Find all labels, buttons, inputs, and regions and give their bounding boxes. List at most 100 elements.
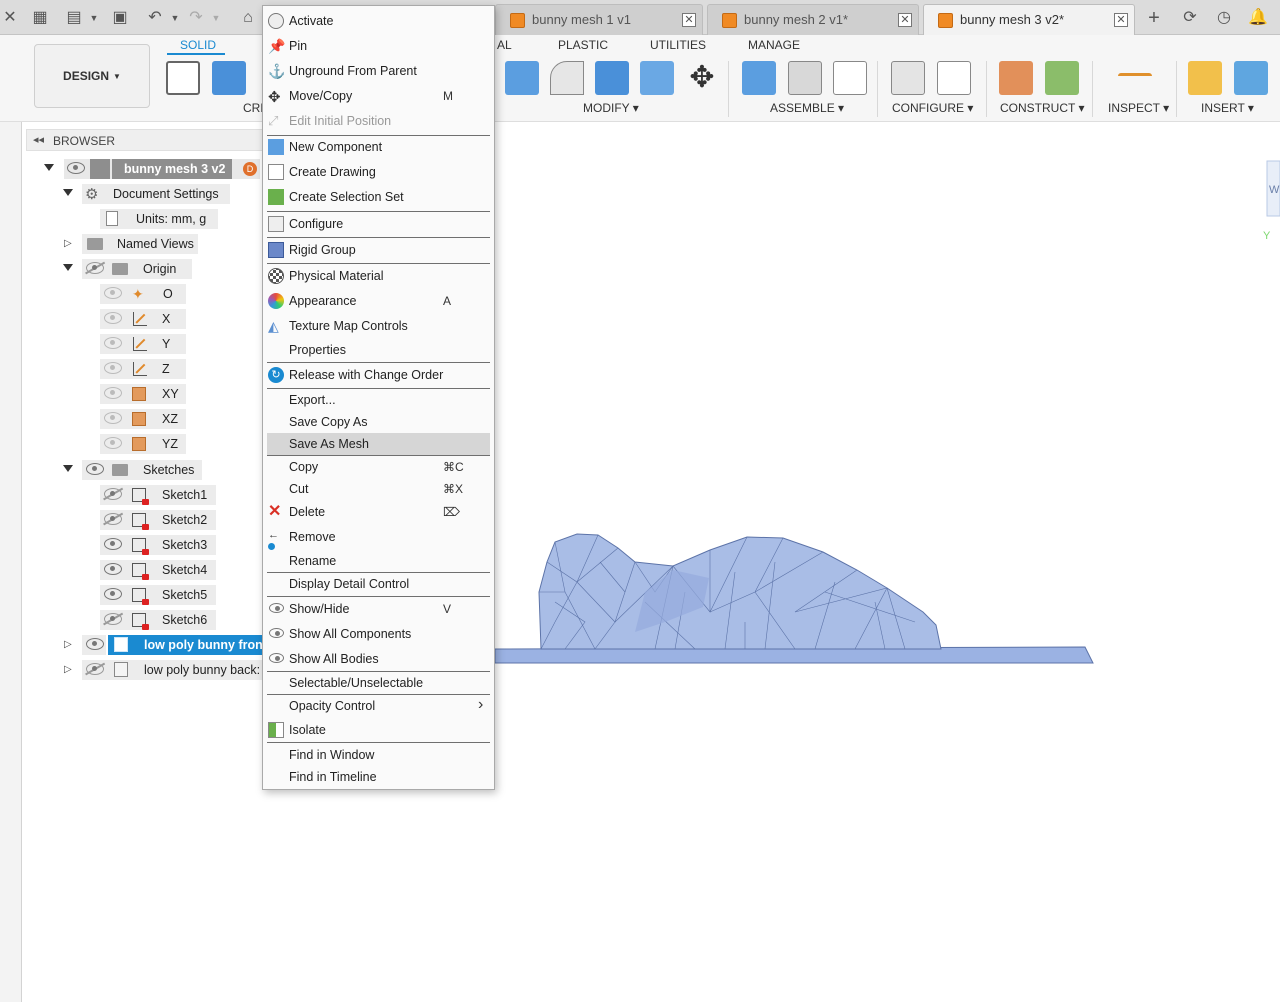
chevron-down-icon[interactable]: ▼ (206, 8, 226, 28)
eye-icon[interactable] (104, 588, 122, 600)
menu-item-properties[interactable]: Properties (263, 339, 494, 361)
menu-item-show-hide[interactable]: Show/Hide V (263, 598, 494, 620)
menu-item-display-detail-control[interactable]: Display Detail Control (263, 573, 494, 595)
insert-svg-tool[interactable] (1188, 61, 1222, 95)
collapse-icon[interactable] (63, 189, 73, 196)
browser-item-sketch3[interactable]: Sketch3 (100, 535, 220, 555)
clock-icon[interactable]: ◷ (1214, 8, 1234, 28)
chevron-down-icon[interactable]: ▼ (165, 8, 185, 28)
measure-tool[interactable] (1118, 73, 1152, 83)
browser-item-plane-xz[interactable]: XZ (100, 409, 200, 429)
group-assemble-label[interactable]: ASSEMBLE ▾ (770, 101, 844, 115)
joint-tool[interactable] (788, 61, 822, 95)
eye-icon[interactable] (104, 337, 122, 349)
grid-icon[interactable]: ▦ (30, 8, 50, 28)
redo-icon[interactable]: ↷ (186, 8, 206, 28)
menu-item-save-as-mesh[interactable]: Save As Mesh (267, 433, 490, 455)
fillet-tool[interactable] (550, 61, 584, 95)
menu-item-export[interactable]: Export... (263, 389, 494, 411)
press-pull-tool[interactable] (505, 61, 539, 95)
eye-icon[interactable] (86, 463, 104, 475)
menu-item-new-component[interactable]: New Component (263, 136, 494, 158)
bom-tool[interactable] (833, 61, 867, 95)
collapse-icon[interactable] (63, 465, 73, 472)
menu-item-save-copy-as[interactable]: Save Copy As (263, 411, 494, 433)
browser-item-units[interactable]: Units: mm, g (100, 209, 260, 229)
chevron-down-icon[interactable]: ▼ (84, 8, 104, 28)
group-insert-label[interactable]: INSERT ▾ (1201, 101, 1254, 115)
browser-item-plane-xy[interactable]: XY (100, 384, 200, 404)
home-icon[interactable]: ⌂ (238, 8, 258, 28)
configure-table-tool[interactable] (937, 61, 971, 95)
browser-item-axis-x[interactable]: X (100, 309, 200, 329)
menu-item-release-change-order[interactable]: ↻ Release with Change Order (263, 364, 494, 386)
configure-tool[interactable] (891, 61, 925, 95)
eye-icon[interactable] (104, 287, 122, 299)
menu-item-texture-map-controls[interactable]: ◭ Texture Map Controls (263, 315, 494, 337)
eye-icon[interactable] (104, 437, 122, 449)
move-tool-icon[interactable]: ✥ (685, 61, 719, 95)
expand-icon[interactable]: ▷ (64, 238, 72, 249)
extrude-tool[interactable] (212, 61, 246, 95)
menu-item-show-all-components[interactable]: Show All Components (263, 623, 494, 645)
menu-item-create-selection-set[interactable]: Create Selection Set (263, 186, 494, 208)
eye-icon[interactable] (104, 312, 122, 324)
menu-item-activate[interactable]: Activate (263, 10, 494, 32)
browser-item-axis-y[interactable]: Y (100, 334, 200, 354)
menu-item-delete[interactable]: ✕ Delete ⌦ (263, 501, 494, 523)
menu-item-configure[interactable]: Configure (263, 213, 494, 235)
eye-icon[interactable] (104, 362, 122, 374)
browser-item-sketch5[interactable]: Sketch5 (100, 585, 220, 605)
menu-item-edit-initial-position[interactable]: ⤢ Edit Initial Position (263, 110, 494, 132)
menu-item-create-drawing[interactable]: Create Drawing (263, 161, 494, 183)
shell-tool[interactable] (640, 61, 674, 95)
save-icon[interactable]: ▣ (110, 8, 130, 28)
browser-item-axis-z[interactable]: Z (100, 359, 200, 379)
group-construct-label[interactable]: CONSTRUCT ▾ (1000, 101, 1084, 115)
menu-item-physical-material[interactable]: Physical Material (263, 265, 494, 287)
browser-item-body-front-selected[interactable]: ▷ low poly bunny fron (62, 635, 263, 655)
tab-sheet-metal[interactable]: AL (497, 38, 512, 52)
document-tab[interactable]: bunny mesh 2 v1* ✕ (707, 4, 919, 35)
eye-hidden-icon[interactable] (86, 262, 104, 274)
close-icon[interactable]: ✕ (0, 8, 20, 28)
close-tab-icon[interactable]: ✕ (682, 13, 696, 27)
tab-solid[interactable]: SOLID (180, 38, 216, 52)
collapse-browser-icon[interactable]: ◂◂ (33, 133, 44, 146)
undo-icon[interactable]: ↶ (145, 8, 165, 28)
group-configure-label[interactable]: CONFIGURE ▾ (892, 101, 973, 115)
eye-hidden-icon[interactable] (104, 513, 122, 525)
browser-root-item[interactable]: bunny mesh 3 v2 D (44, 159, 264, 179)
insert-image-tool[interactable] (1234, 61, 1268, 95)
browser-item-named-views[interactable]: ▷ Named Views (62, 234, 262, 254)
document-tab[interactable]: bunny mesh 1 v1 ✕ (495, 4, 703, 35)
collapse-icon[interactable] (44, 164, 54, 171)
browser-item-sketch4[interactable]: Sketch4 (100, 560, 220, 580)
browser-item-plane-yz[interactable]: YZ (100, 434, 200, 454)
eye-icon[interactable] (104, 563, 122, 575)
eye-hidden-icon[interactable] (104, 488, 122, 500)
close-tab-icon[interactable]: ✕ (1114, 13, 1128, 27)
eye-icon[interactable] (104, 387, 122, 399)
midplane-tool[interactable] (1045, 61, 1079, 95)
sync-icon[interactable]: ⟳ (1180, 8, 1200, 28)
browser-item-origin-point[interactable]: ✦ O (100, 284, 200, 304)
create-sketch-tool[interactable] (166, 61, 200, 95)
menu-item-copy[interactable]: Copy ⌘C (263, 456, 494, 478)
browser-item-sketch1[interactable]: Sketch1 (100, 485, 220, 505)
expand-icon[interactable]: ▷ (64, 639, 72, 650)
expand-icon[interactable]: ▷ (64, 664, 72, 675)
browser-item-sketches[interactable]: Sketches (62, 460, 262, 480)
browser-header[interactable]: ◂◂ BROWSER (26, 129, 266, 151)
menu-item-pin[interactable]: 📌 Pin (263, 35, 494, 57)
design-workspace-button[interactable]: DESIGN ▼ (34, 44, 150, 108)
menu-item-opacity-control[interactable]: Opacity Control › (263, 695, 494, 717)
tab-manage[interactable]: MANAGE (748, 38, 800, 52)
menu-item-selectable-unselectable[interactable]: Selectable/Unselectable (263, 672, 494, 694)
tab-plastic[interactable]: PLASTIC (558, 38, 608, 52)
file-icon[interactable]: ▤ (64, 8, 84, 28)
menu-item-cut[interactable]: Cut ⌘X (263, 478, 494, 500)
menu-item-find-in-window[interactable]: Find in Window (263, 744, 494, 766)
tab-utilities[interactable]: UTILITIES (650, 38, 706, 52)
group-modify-label[interactable]: MODIFY ▾ (583, 101, 639, 115)
